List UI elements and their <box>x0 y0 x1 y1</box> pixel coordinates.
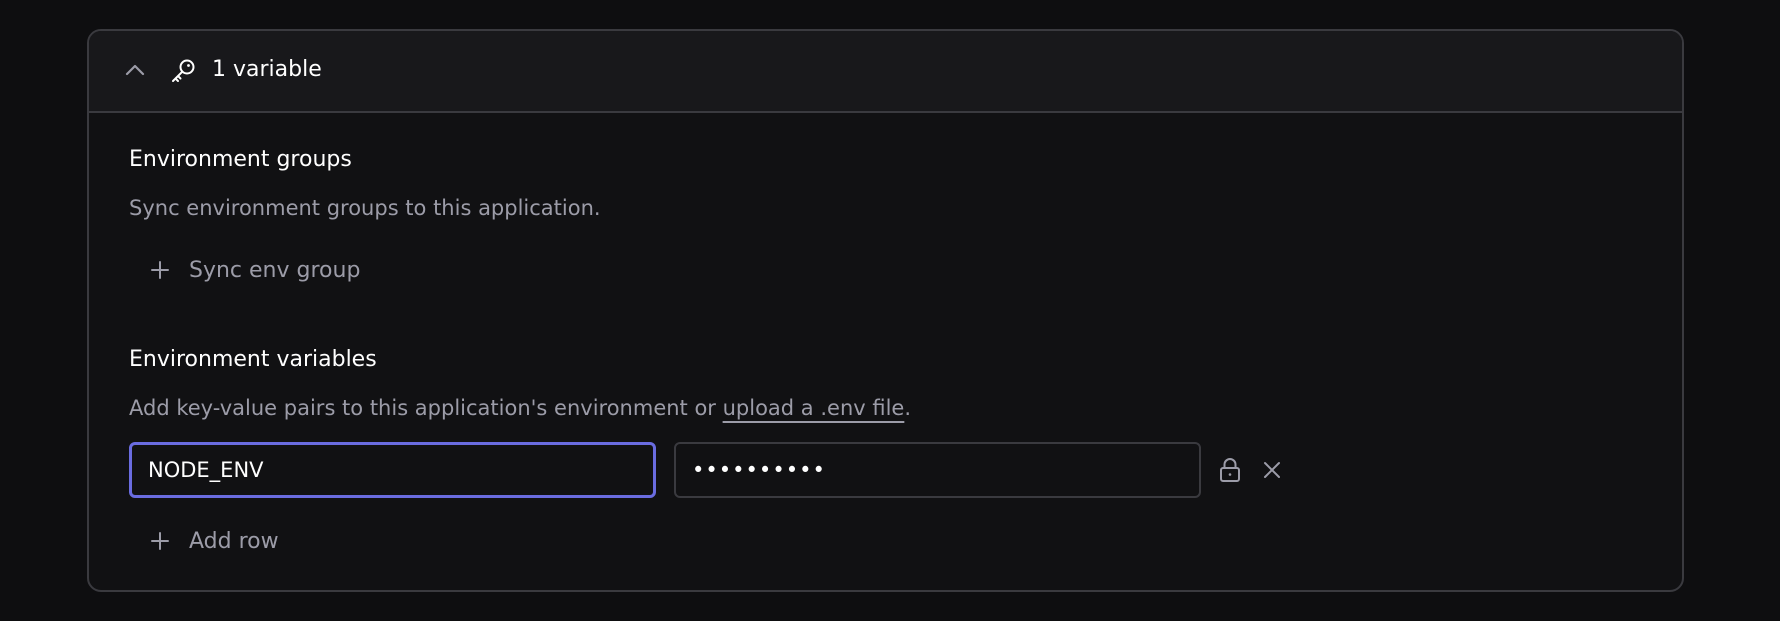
plus-icon <box>151 261 169 279</box>
env-vars-description-suffix: . <box>904 396 912 420</box>
env-groups-description: Sync environment groups to this applicat… <box>129 196 601 220</box>
env-vars-description-prefix: Add key-value pairs to this application'… <box>129 396 723 420</box>
env-vars-description: Add key-value pairs to this application'… <box>129 393 911 423</box>
plus-icon <box>151 532 169 550</box>
chevron-up-icon[interactable] <box>124 59 146 81</box>
add-row-button[interactable]: Add row <box>150 523 279 559</box>
panel-title: 1 variable <box>212 57 322 82</box>
panel-header[interactable]: 1 variable <box>89 31 1682 113</box>
key-icon <box>172 59 195 82</box>
env-variables-panel: 1 variable Environment groups Sync envir… <box>87 29 1684 592</box>
env-key-input[interactable] <box>129 442 656 498</box>
add-row-label: Add row <box>189 528 279 554</box>
upload-env-file-link[interactable]: upload a .env file <box>723 396 905 420</box>
env-vars-title: Environment variables <box>129 347 377 372</box>
sync-env-group-button[interactable]: Sync env group <box>150 252 360 288</box>
lock-icon[interactable] <box>1218 456 1242 484</box>
env-value-input[interactable] <box>674 442 1201 498</box>
close-icon[interactable] <box>1261 459 1283 481</box>
sync-env-group-label: Sync env group <box>189 257 361 283</box>
env-groups-title: Environment groups <box>129 147 352 172</box>
